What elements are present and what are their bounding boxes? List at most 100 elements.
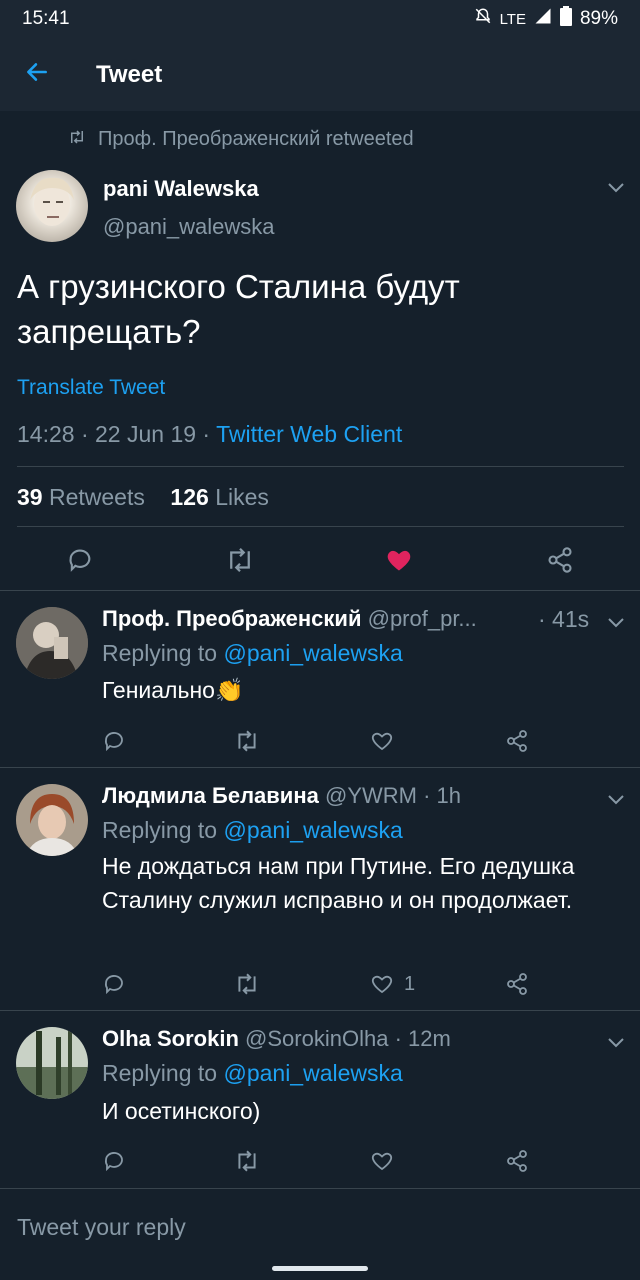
reply-author-handle: @YWRM xyxy=(324,783,417,808)
reply-author-name: Olha Sorokin xyxy=(102,1026,239,1051)
like-button[interactable] xyxy=(370,1149,404,1173)
replying-to: Replying to @pani_walewska xyxy=(102,640,403,667)
author-handle: @pani_walewska xyxy=(103,214,275,239)
heart-outline-icon xyxy=(371,1152,393,1171)
reply-button[interactable] xyxy=(102,1149,126,1173)
reply-time: · 1h xyxy=(423,783,462,808)
avatar[interactable] xyxy=(16,170,88,242)
like-count: 1 xyxy=(404,972,416,995)
share-button[interactable] xyxy=(505,729,529,753)
retweet-button[interactable] xyxy=(234,729,260,753)
replying-to-link[interactable]: @pani_walewska xyxy=(223,817,402,843)
retweet-button[interactable] xyxy=(225,546,255,574)
reply-icon xyxy=(69,549,91,572)
tweet-client-link[interactable]: Twitter Web Client xyxy=(216,421,402,447)
likes-label: Likes xyxy=(215,484,269,510)
reply-tweet[interactable]: Людмила Белавина @YWRM · 1h Replying to … xyxy=(0,768,640,1011)
retweet-button[interactable] xyxy=(234,1149,260,1173)
reply-time: · 41s xyxy=(538,606,590,632)
reply-text: И осетинского) xyxy=(102,1098,261,1124)
avatar[interactable] xyxy=(16,784,88,856)
like-button[interactable]: 1 xyxy=(370,972,415,996)
reply-header: Людмила Белавина @YWRM · 1h xyxy=(102,783,461,809)
reply-author-name: Людмила Белавина xyxy=(102,783,319,808)
arrow-left-icon xyxy=(24,59,50,90)
reply-author-name: Проф. Преображенский xyxy=(102,606,362,631)
retweet-icon xyxy=(230,547,250,573)
retweet-context: Проф. Преображенский retweeted xyxy=(68,128,414,151)
like-button[interactable] xyxy=(385,546,413,574)
retweets-stat[interactable]: 39 Retweets xyxy=(17,484,145,510)
heart-outline-icon xyxy=(371,732,393,751)
like-button[interactable] xyxy=(370,729,404,753)
tweet-actions xyxy=(0,540,640,580)
heart-icon xyxy=(387,550,411,571)
retweets-label: Retweets xyxy=(48,484,145,510)
likes-stat[interactable]: 126 Likes xyxy=(170,484,268,510)
gesture-nav-bar[interactable] xyxy=(272,1266,368,1271)
replying-to: Replying to @pani_walewska xyxy=(102,1060,403,1087)
status-bar: 15:41 LTE 89% xyxy=(0,0,640,38)
reply-icon xyxy=(104,732,123,752)
reply-author-handle: @prof_pr... xyxy=(367,606,477,631)
back-button[interactable] xyxy=(0,38,74,111)
tweet-timestamp: 14:28 · 22 Jun 19 · xyxy=(17,421,217,447)
tweet-author[interactable]: pani Walewska @pani_walewska xyxy=(103,176,275,240)
share-button[interactable] xyxy=(505,972,529,996)
share-button[interactable] xyxy=(546,546,574,574)
battery-percent: 89% xyxy=(579,8,618,29)
translate-tweet-link[interactable]: Translate Tweet xyxy=(17,376,165,400)
reply-button[interactable] xyxy=(66,546,94,574)
share-button[interactable] xyxy=(505,1149,529,1173)
mute-notifications-icon xyxy=(474,7,492,31)
tweet-text: А грузинского Сталина будут запрещать? xyxy=(17,268,460,350)
replying-to-link[interactable]: @pani_walewska xyxy=(223,1060,402,1086)
reply-button[interactable] xyxy=(102,729,126,753)
retweet-icon xyxy=(68,128,86,151)
reply-header: Проф. Преображенский @prof_pr... xyxy=(102,606,477,632)
reply-input[interactable]: Tweet your reply xyxy=(17,1214,186,1241)
author-name: pani Walewska xyxy=(103,176,259,201)
replying-to-link[interactable]: @pani_walewska xyxy=(223,640,402,666)
reply-tweet[interactable]: Проф. Преображенский @prof_pr... · 41s R… xyxy=(0,591,640,767)
retweet-button[interactable] xyxy=(234,972,260,996)
reply-time: · 12m xyxy=(394,1026,451,1051)
reply-tweet[interactable]: Olha Sorokin @SorokinOlha · 12m Replying… xyxy=(0,1011,640,1187)
chevron-down-icon[interactable] xyxy=(607,792,625,810)
tweet-stats: 39 Retweets 126 Likes xyxy=(17,484,269,511)
replying-prefix: Replying to xyxy=(102,640,218,666)
reply-text: Гениально👏 xyxy=(102,677,244,703)
likes-count: 126 xyxy=(170,484,209,510)
chevron-down-icon[interactable] xyxy=(607,180,625,198)
network-type: LTE xyxy=(499,10,526,28)
chevron-down-icon[interactable] xyxy=(607,1035,625,1053)
chevron-down-icon[interactable] xyxy=(607,615,625,633)
share-icon xyxy=(507,973,527,995)
share-icon xyxy=(507,1150,527,1172)
divider xyxy=(17,526,624,527)
reply-author-handle: @SorokinOlha xyxy=(245,1026,389,1051)
page-title: Tweet xyxy=(96,60,163,88)
reply-text: Не дождаться нам при Путине. Его дедушка… xyxy=(102,853,575,913)
replying-to: Replying to @pani_walewska xyxy=(102,817,403,844)
reply-icon xyxy=(104,975,123,995)
status-time: 15:41 xyxy=(22,8,70,29)
retweet-icon xyxy=(238,730,256,752)
retweets-count: 39 xyxy=(17,484,43,510)
retweet-icon xyxy=(238,1150,256,1172)
retweeted-by-text: Проф. Преображенский retweeted xyxy=(98,128,414,150)
divider xyxy=(17,466,624,467)
replying-prefix: Replying to xyxy=(102,817,218,843)
share-icon xyxy=(507,730,527,752)
tweet-meta: 14:28 · 22 Jun 19 · Twitter Web Client xyxy=(17,421,402,448)
reply-header: Olha Sorokin @SorokinOlha · 12m xyxy=(102,1026,451,1052)
share-icon xyxy=(548,547,572,573)
reply-button[interactable] xyxy=(102,972,126,996)
battery-icon xyxy=(559,6,572,32)
heart-outline-icon xyxy=(371,975,393,994)
retweet-icon xyxy=(238,973,256,995)
app-bar: Tweet xyxy=(0,38,640,111)
avatar[interactable] xyxy=(16,607,88,679)
reply-icon xyxy=(104,1152,123,1172)
avatar[interactable] xyxy=(16,1027,88,1099)
